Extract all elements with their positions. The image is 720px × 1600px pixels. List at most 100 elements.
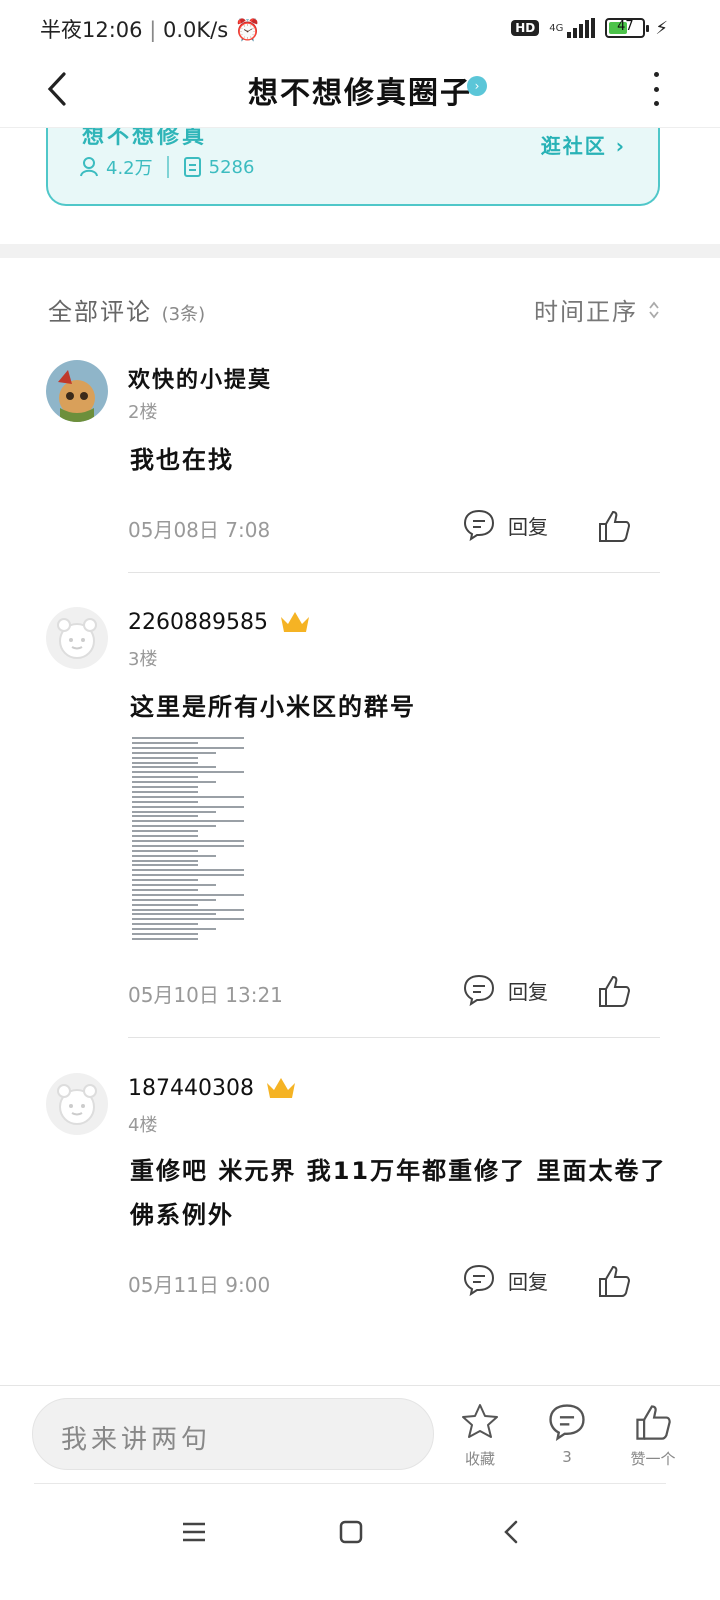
thumb-up-icon xyxy=(636,1405,671,1440)
thumb-up-icon[interactable] xyxy=(596,508,632,544)
image-text-line xyxy=(132,737,244,739)
image-text-line xyxy=(132,854,216,857)
avatar[interactable] xyxy=(46,1073,108,1135)
floor-number: 2楼 xyxy=(128,402,158,423)
image-text-line xyxy=(132,884,216,886)
back-nav-icon[interactable] xyxy=(492,1512,532,1552)
username[interactable]: 187440308 xyxy=(128,1075,298,1101)
comment-date: 05月08日 7:08 xyxy=(128,518,271,542)
reply-button[interactable]: 回复 xyxy=(462,1263,548,1297)
image-text-line xyxy=(132,800,198,803)
image-text-line xyxy=(132,918,244,921)
image-text-line xyxy=(132,903,198,906)
status-bar: 半夜12:06 | 0.0K/s ⏰ HD 4G 47 ⚡ xyxy=(0,0,720,54)
more-options-button[interactable] xyxy=(646,72,666,106)
like-button[interactable]: 赞一个 xyxy=(618,1402,688,1469)
comment-text: 这里是所有小米区的群号 xyxy=(130,693,416,721)
image-text-line xyxy=(132,790,198,793)
avatar[interactable] xyxy=(46,360,108,422)
comment-meta: 05月11日 9:00 回复 xyxy=(128,1263,650,1303)
image-text-line xyxy=(132,839,244,842)
top-nav-bar: 想不想修真圈子 › xyxy=(0,54,720,128)
comment-input[interactable]: 我来讲两句 xyxy=(32,1398,434,1470)
visit-community-link[interactable]: 逛社区 › xyxy=(541,130,626,159)
community-card[interactable]: 想不想修真 4.2万 5286 逛社区 › xyxy=(46,128,660,206)
post-count: 5286 xyxy=(208,156,255,178)
favorite-button[interactable]: 收藏 xyxy=(445,1402,515,1469)
home-icon[interactable] xyxy=(331,1512,371,1552)
comment-text: 我也在找 xyxy=(130,446,234,474)
image-text-line xyxy=(132,795,244,798)
chevron-right-icon: › xyxy=(615,134,626,158)
image-text-line xyxy=(132,746,244,749)
image-text-line xyxy=(132,825,216,828)
charging-icon: ⚡ xyxy=(655,17,668,39)
comment-divider xyxy=(128,1037,660,1038)
status-time: 半夜12:06 | 0.0K/s ⏰ xyxy=(40,18,262,42)
image-text-line xyxy=(132,844,244,847)
nav-divider xyxy=(34,1483,666,1484)
image-text-line xyxy=(132,756,198,759)
crown-icon xyxy=(280,612,309,632)
image-text-line xyxy=(132,805,244,808)
alarm-icon: ⏰ xyxy=(234,18,262,42)
image-text-line xyxy=(132,879,198,882)
image-text-line xyxy=(132,849,198,852)
chat-icon xyxy=(463,1264,495,1297)
menu-icon[interactable] xyxy=(174,1512,214,1552)
image-text-line xyxy=(132,766,216,769)
comment-date: 05月11日 9:00 xyxy=(128,1273,271,1297)
image-text-line xyxy=(132,869,244,872)
user-icon xyxy=(80,157,98,177)
floor-number: 3楼 xyxy=(128,649,158,670)
image-text-line xyxy=(132,751,216,754)
comment-divider xyxy=(128,572,660,573)
image-text-line xyxy=(132,830,198,833)
image-text-line xyxy=(132,786,198,788)
sort-toggle[interactable]: 时间正序 xyxy=(534,292,660,327)
bottom-action-bar: 我来讲两句 收藏 3 赞一个 xyxy=(0,1385,720,1485)
image-text-line xyxy=(132,937,198,940)
comments-button[interactable]: 3 xyxy=(532,1402,602,1466)
image-text-line xyxy=(132,781,216,784)
section-divider xyxy=(0,244,720,258)
floor-number: 4楼 xyxy=(128,1115,158,1136)
comment-image[interactable] xyxy=(130,737,258,945)
document-icon xyxy=(183,157,201,177)
image-text-line xyxy=(132,913,216,916)
username[interactable]: 欢快的小提莫 xyxy=(128,362,272,394)
comment-text: 重修吧 米元界 我11万年都重修了 里面太卷了 佛系例外 xyxy=(130,1157,667,1229)
thumb-up-icon[interactable] xyxy=(596,973,632,1009)
sort-icon xyxy=(649,301,659,318)
member-count: 4.2万 xyxy=(106,158,153,179)
image-text-line xyxy=(132,893,244,896)
avatar[interactable] xyxy=(46,607,108,669)
system-nav-bar xyxy=(0,1490,720,1600)
image-text-line xyxy=(132,761,198,764)
comment-meta: 05月10日 13:21 回复 xyxy=(128,973,650,1013)
image-text-line xyxy=(132,933,198,935)
comments-title: 全部评论 (3条) xyxy=(48,298,206,326)
image-text-line xyxy=(132,908,244,911)
crown-icon xyxy=(266,1078,295,1098)
chat-icon xyxy=(463,974,495,1007)
image-text-line xyxy=(132,864,198,867)
image-text-line xyxy=(132,771,244,774)
image-text-line xyxy=(132,859,198,862)
community-stats: 4.2万 5286 xyxy=(80,154,254,180)
comment-date: 05月10日 13:21 xyxy=(128,983,283,1007)
thumb-up-icon[interactable] xyxy=(596,1263,632,1299)
signal-icon xyxy=(567,18,596,38)
image-text-line xyxy=(132,815,198,818)
hd-icon: HD xyxy=(511,20,540,36)
reply-button[interactable]: 回复 xyxy=(462,508,548,542)
reply-button[interactable]: 回复 xyxy=(462,973,548,1007)
image-text-line xyxy=(132,835,198,837)
username[interactable]: 2260889585 xyxy=(128,609,312,635)
image-text-line xyxy=(132,820,244,823)
image-text-line xyxy=(132,776,198,779)
image-text-line xyxy=(132,928,216,931)
circle-arrow-icon[interactable]: › xyxy=(467,76,487,96)
image-text-line xyxy=(132,874,244,877)
battery-icon: 47 xyxy=(605,18,650,38)
